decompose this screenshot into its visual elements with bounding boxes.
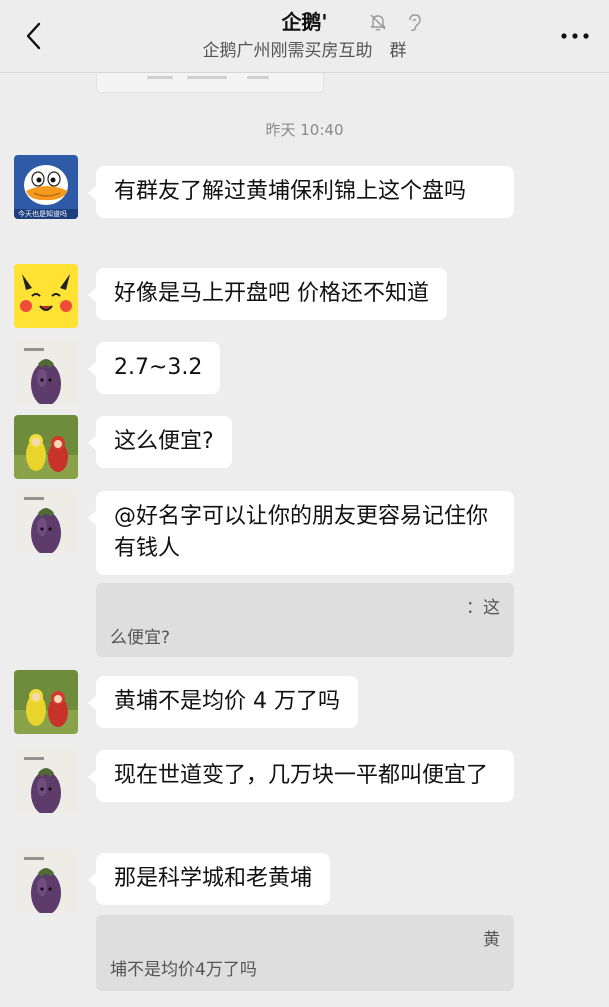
chat-header: 企鹅' 企鹅广州刚需买房互助 群 [0,0,609,73]
pikachu-avatar[interactable] [14,264,78,328]
quote-line: ：这 [466,598,500,618]
chat-title: 企鹅' [281,10,328,34]
teletubbies-avatar[interactable] [14,670,78,734]
more-dots-icon [561,33,589,39]
avatar-caption: 今天也是知道吗 [18,210,67,218]
message-bubble[interactable]: 这么便宜? [88,416,232,468]
teletubbies-avatar[interactable] [14,415,78,479]
quote-reference[interactable]: ：这 么便宜? [96,583,514,657]
message-bubble[interactable]: 现在世道变了，几万块一平都叫便宜了 [88,750,514,802]
earpiece-icon [409,14,421,32]
message-bubble[interactable]: 有群友了解过黄埔保利锦上这个盘吗 [88,166,514,218]
donald-duck-avatar[interactable]: 今天也是知道吗 [14,155,78,219]
quote-reference[interactable]: 黄 埔不是均价4万了吗 [96,915,514,991]
chat-subtitle: 企鹅广州刚需买房互助 群 [202,41,407,61]
quote-line: 么便宜? [110,628,171,648]
more-button[interactable] [559,22,591,50]
message-bubble[interactable]: 好像是马上开盘吧 价格还不知道 [88,268,447,320]
chat-area[interactable]: 昨天 10:40 今天也是知道吗 有群友了解过黄埔保利锦上这个盘吗 好像是马上开… [0,73,609,1007]
message-bubble[interactable]: @好名字可以让你的朋友更容易记住你 有钱人 [88,491,514,575]
title-block: 企鹅' 企鹅广州刚需买房互助 群 [0,8,609,64]
message-bubble[interactable]: 2.7~3.2 [87,342,221,394]
previous-message-card[interactable] [96,73,324,93]
message-bubble[interactable]: 黄埔不是均价 4 万了吗 [88,676,358,728]
eggplant-avatar[interactable] [14,340,78,404]
quote-line: 埔不是均价4万了吗 [110,960,257,980]
message-bubble[interactable]: 那是科学城和老黄埔 [87,853,331,905]
quote-line: 黄 [483,930,500,950]
timestamp: 昨天 10:40 [265,121,344,139]
eggplant-avatar[interactable] [14,489,78,553]
bell-off-icon [370,14,386,31]
eggplant-avatar[interactable] [14,749,78,813]
eggplant-avatar[interactable] [14,849,78,913]
title-icons [368,12,423,36]
